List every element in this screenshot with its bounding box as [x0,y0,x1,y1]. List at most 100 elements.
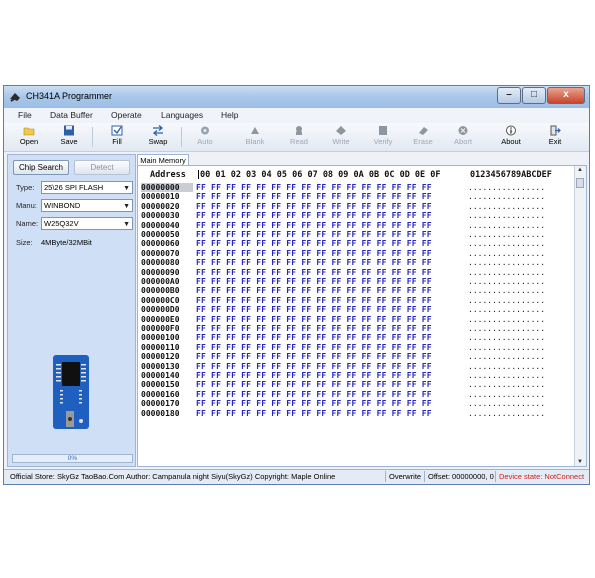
row-hex-bytes[interactable]: FF FF FF FF FF FF FF FF FF FF FF FF FF F… [196,221,432,230]
row-hex-bytes[interactable]: FF FF FF FF FF FF FF FF FF FF FF FF FF F… [196,192,432,201]
about-button[interactable]: About [494,123,528,151]
hex-row[interactable]: 00000100 FF FF FF FF FF FF FF FF FF FF FF… [138,333,576,342]
row-hex-bytes[interactable]: FF FF FF FF FF FF FF FF FF FF FF FF FF F… [196,277,432,286]
row-ascii[interactable]: ................ [468,221,545,230]
row-hex-bytes[interactable]: FF FF FF FF FF FF FF FF FF FF FF FF FF F… [196,333,432,342]
open-button[interactable]: Open [12,123,46,151]
row-ascii[interactable]: ................ [468,202,545,211]
manufacturer-select[interactable]: WINBOND ▼ [41,199,133,212]
row-ascii[interactable]: ................ [468,277,545,286]
hex-row[interactable]: 00000080 FF FF FF FF FF FF FF FF FF FF FF… [138,258,576,267]
auto-button[interactable]: Auto [188,123,222,151]
row-ascii[interactable]: ................ [468,315,545,324]
hex-row[interactable]: 00000010 FF FF FF FF FF FF FF FF FF FF FF… [138,192,576,201]
row-ascii[interactable]: ................ [468,230,545,239]
row-hex-bytes[interactable]: FF FF FF FF FF FF FF FF FF FF FF FF FF F… [196,230,432,239]
menu-help[interactable]: Help [221,110,238,120]
hex-row[interactable]: 000000C0 FF FF FF FF FF FF FF FF FF FF FF… [138,296,576,305]
hex-row[interactable]: 00000000 FF FF FF FF FF FF FF FF FF FF FF… [138,183,576,193]
erase-button[interactable]: Erase [406,123,440,151]
row-ascii[interactable]: ................ [468,192,545,201]
maximize-button[interactable]: □ [522,87,546,104]
verify-button[interactable]: Verify [366,123,400,151]
row-ascii[interactable]: ................ [468,258,545,267]
hex-row[interactable]: 00000070 FF FF FF FF FF FF FF FF FF FF FF… [138,249,576,258]
swap-button[interactable]: Swap [141,123,175,151]
menu-file[interactable]: File [18,110,32,120]
row-ascii[interactable]: ................ [468,362,545,371]
row-ascii[interactable]: ................ [468,371,545,380]
hex-row[interactable]: 00000030 FF FF FF FF FF FF FF FF FF FF FF… [138,211,576,220]
row-hex-bytes[interactable]: FF FF FF FF FF FF FF FF FF FF FF FF FF F… [196,258,432,267]
menu-languages[interactable]: Languages [161,110,203,120]
write-button[interactable]: Write [324,123,358,151]
row-hex-bytes[interactable]: FF FF FF FF FF FF FF FF FF FF FF FF FF F… [196,211,432,220]
hex-row[interactable]: 00000110 FF FF FF FF FF FF FF FF FF FF FF… [138,343,576,352]
row-hex-bytes[interactable]: FF FF FF FF FF FF FF FF FF FF FF FF FF F… [196,343,432,352]
row-hex-bytes[interactable]: FF FF FF FF FF FF FF FF FF FF FF FF FF F… [196,409,432,418]
hex-row[interactable]: 00000120 FF FF FF FF FF FF FF FF FF FF FF… [138,352,576,361]
row-hex-bytes[interactable]: FF FF FF FF FF FF FF FF FF FF FF FF FF F… [196,315,432,324]
row-hex-bytes[interactable]: FF FF FF FF FF FF FF FF FF FF FF FF FF F… [196,399,432,408]
fill-button[interactable]: Fill [100,123,134,151]
vertical-scrollbar[interactable]: ▲ ▼ [574,166,586,466]
hex-editor[interactable]: Address 00 01 02 03 04 05 06 07 08 09 0A… [137,165,587,467]
row-ascii[interactable]: ................ [468,249,545,258]
type-select[interactable]: 25\26 SPI FLASH ▼ [41,181,133,194]
chip-search-button[interactable]: Chip Search [13,160,69,175]
hex-row[interactable]: 000000E0 FF FF FF FF FF FF FF FF FF FF FF… [138,315,576,324]
hex-row[interactable]: 00000170 FF FF FF FF FF FF FF FF FF FF FF… [138,399,576,408]
row-hex-bytes[interactable]: FF FF FF FF FF FF FF FF FF FF FF FF FF F… [196,183,432,192]
blank-button[interactable]: Blank [238,123,272,151]
hex-row[interactable]: 00000150 FF FF FF FF FF FF FF FF FF FF FF… [138,380,576,389]
row-ascii[interactable]: ................ [468,380,545,389]
row-ascii[interactable]: ................ [468,239,545,248]
hex-row[interactable]: 00000160 FF FF FF FF FF FF FF FF FF FF FF… [138,390,576,399]
hex-row[interactable]: 00000180 FF FF FF FF FF FF FF FF FF FF FF… [138,409,576,418]
row-hex-bytes[interactable]: FF FF FF FF FF FF FF FF FF FF FF FF FF F… [196,268,432,277]
row-ascii[interactable]: ................ [468,211,545,220]
exit-button[interactable]: Exit [538,123,572,151]
scrollbar-thumb[interactable] [576,178,584,188]
hex-row[interactable]: 00000040 FF FF FF FF FF FF FF FF FF FF FF… [138,221,576,230]
row-hex-bytes[interactable]: FF FF FF FF FF FF FF FF FF FF FF FF FF F… [196,286,432,295]
row-hex-bytes[interactable]: FF FF FF FF FF FF FF FF FF FF FF FF FF F… [196,324,432,333]
hex-row[interactable]: 00000090 FF FF FF FF FF FF FF FF FF FF FF… [138,268,576,277]
row-hex-bytes[interactable]: FF FF FF FF FF FF FF FF FF FF FF FF FF F… [196,352,432,361]
hex-row[interactable]: 00000020 FF FF FF FF FF FF FF FF FF FF FF… [138,202,576,211]
hex-row[interactable]: 000000B0 FF FF FF FF FF FF FF FF FF FF FF… [138,286,576,295]
detect-button[interactable]: Detect [74,160,130,175]
row-hex-bytes[interactable]: FF FF FF FF FF FF FF FF FF FF FF FF FF F… [196,239,432,248]
hex-row[interactable]: 00000130 FF FF FF FF FF FF FF FF FF FF FF… [138,362,576,371]
hex-row[interactable]: 00000060 FF FF FF FF FF FF FF FF FF FF FF… [138,239,576,248]
menu-data-buffer[interactable]: Data Buffer [50,110,93,120]
minimize-button[interactable]: – [497,87,521,104]
row-hex-bytes[interactable]: FF FF FF FF FF FF FF FF FF FF FF FF FF F… [196,371,432,380]
save-button[interactable]: Save [52,123,86,151]
row-ascii[interactable]: ................ [468,333,545,342]
row-hex-bytes[interactable]: FF FF FF FF FF FF FF FF FF FF FF FF FF F… [196,202,432,211]
read-button[interactable]: Read [282,123,316,151]
row-ascii[interactable]: ................ [468,409,545,418]
row-hex-bytes[interactable]: FF FF FF FF FF FF FF FF FF FF FF FF FF F… [196,390,432,399]
hex-row[interactable]: 00000140 FF FF FF FF FF FF FF FF FF FF FF… [138,371,576,380]
hex-row[interactable]: 000000F0 FF FF FF FF FF FF FF FF FF FF FF… [138,324,576,333]
hex-row[interactable]: 000000D0 FF FF FF FF FF FF FF FF FF FF FF… [138,305,576,314]
title-bar[interactable]: CH341A Programmer – □ x [4,86,589,108]
row-hex-bytes[interactable]: FF FF FF FF FF FF FF FF FF FF FF FF FF F… [196,305,432,314]
hex-row[interactable]: 000000A0 FF FF FF FF FF FF FF FF FF FF FF… [138,277,576,286]
row-ascii[interactable]: ................ [468,183,545,192]
menu-operate[interactable]: Operate [111,110,142,120]
abort-button[interactable]: Abort [446,123,480,151]
close-button[interactable]: x [547,87,585,104]
row-ascii[interactable]: ................ [468,268,545,277]
row-hex-bytes[interactable]: FF FF FF FF FF FF FF FF FF FF FF FF FF F… [196,362,432,371]
row-ascii[interactable]: ................ [468,324,545,333]
row-ascii[interactable]: ................ [468,286,545,295]
row-hex-bytes[interactable]: FF FF FF FF FF FF FF FF FF FF FF FF FF F… [196,380,432,389]
row-ascii[interactable]: ................ [468,399,545,408]
scroll-down-arrow-icon[interactable]: ▼ [577,459,583,465]
row-ascii[interactable]: ................ [468,296,545,305]
row-ascii[interactable]: ................ [468,390,545,399]
row-ascii[interactable]: ................ [468,343,545,352]
